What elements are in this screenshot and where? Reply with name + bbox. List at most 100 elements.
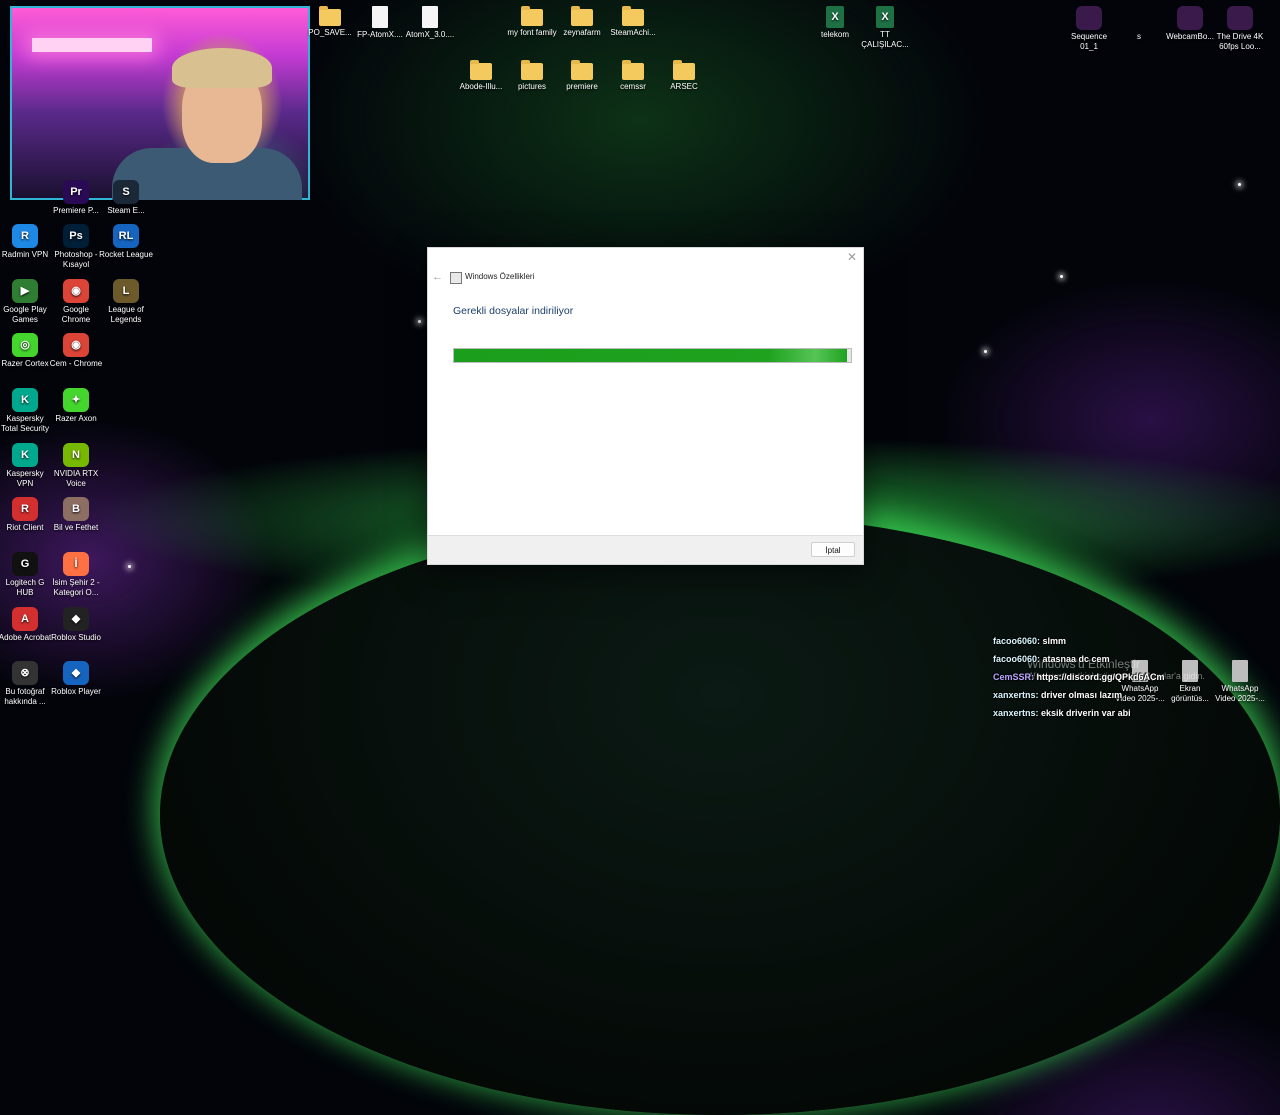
desktop-icon[interactable]: ◉ Cem - Chrome [49,333,103,369]
chat-text: https://discord.gg/QPkd6ACm [1036,672,1165,682]
blank-icon [1126,6,1152,30]
desktop-icon[interactable]: pictures [505,60,559,92]
chat-message: facoo6060: slmm [993,632,1273,650]
desktop-icon-label: SteamAchi... [610,28,656,37]
desktop-icon[interactable]: ▶ Google Play Games [0,279,52,325]
desktop-icon[interactable]: premiere [555,60,609,92]
desktop-icon-label: AtomX_3.0.... [405,30,455,39]
desktop-icon[interactable]: s [1112,6,1166,42]
desktop-icon-label: League of Legends [108,305,144,324]
desktop-icon-label: Riot Client [6,523,44,532]
folder-icon [521,60,543,80]
desktop-icon[interactable]: N NVIDIA RTX Voice [49,443,103,489]
desktop-icon[interactable]: AtomX_3.0.... [403,6,457,40]
desktop-icon-label: Roblox Player [51,687,101,696]
app-icon: L [113,279,139,303]
desktop-icon-label: İsim Şehir 2 - Kategori O... [52,578,100,597]
folder-icon [622,6,644,26]
windows-features-dialog: ← ✕ Windows Özellikleri Gerekli dosyalar… [427,247,864,565]
webcam-neon-light [32,38,152,52]
close-icon[interactable]: ✕ [847,250,857,264]
desktop-icon[interactable]: L League of Legends [99,279,153,325]
desktop-icon[interactable]: RL Rocket League [99,224,153,260]
desktop-icon[interactable]: Sequence 01_1 [1062,6,1116,52]
desktop-icon[interactable]: SteamAchi... [606,6,660,38]
back-arrow-icon[interactable]: ← [432,271,443,283]
desktop-icon-label: FP-AtomX.... [357,30,403,39]
app-icon: A [12,607,38,631]
dialog-title: Windows Özellikleri [465,272,535,281]
file-icon [422,6,438,28]
folder-icon [319,6,341,26]
planet-wallpaper [160,515,1280,1115]
app-icon: Pr [63,180,89,204]
desktop-icon-label: Razer Axon [55,414,97,423]
desktop-icon-label: Radmin VPN [1,250,49,259]
desktop-icon-label: Abode-Illu... [459,82,503,91]
star [128,565,131,568]
desktop-icon[interactable]: Ps Photoshop - Kısayol [49,224,103,270]
app-icon: K [12,388,38,412]
cancel-button[interactable]: İptal [811,542,855,557]
desktop-icon[interactable]: my font family [505,6,559,38]
desktop-icon[interactable]: The Drive 4K 60fps Loo... [1213,6,1267,52]
dialog-footer: İptal [428,535,863,564]
desktop-icon[interactable]: PO_SAVE... [303,6,357,38]
download-progress-bar [453,348,852,363]
app-icon: Ps [63,224,89,248]
star [984,350,987,353]
chat-message: xanxertns: driver olması lazım [993,686,1273,704]
desktop-icon[interactable]: S Steam E... [99,180,153,216]
desktop-icon-label: my font family [507,28,557,37]
app-icon: ✦ [63,388,89,412]
desktop-icon-label: Razer Cortex [1,359,49,368]
desktop-icon[interactable]: zeynafarm [555,6,609,38]
download-progress-fill [454,349,848,362]
desktop-icon-label: The Drive 4K 60fps Loo... [1216,32,1264,51]
star [418,320,421,323]
webcam-overlay [10,6,310,200]
desktop-icon[interactable]: ✦ Razer Axon [49,388,103,424]
desktop-icon[interactable]: B Bil ve Fethet [49,497,103,533]
desktop-icon[interactable]: G Logitech G HUB [0,552,52,598]
file-icon [372,6,388,28]
desktop-icon[interactable]: R Riot Client [0,497,52,533]
desktop-icon[interactable]: X TT ÇALIŞILAC... [858,6,912,50]
stream-chat-overlay: facoo6060: slmm facoo6060: atasnaa dc cem… [993,632,1273,722]
video-icon [1076,6,1102,30]
desktop-icon[interactable]: A Adobe Acrobat [0,607,52,643]
desktop-icon-label: Rocket League [99,250,153,259]
desktop-icon[interactable]: Abode-Illu... [454,60,508,92]
chat-message: xanxertns: eksik driverin var abi [993,704,1273,722]
desktop-icon[interactable]: ARSEC [657,60,711,92]
desktop-icon[interactable]: ◉ Google Chrome [49,279,103,325]
desktop-icon-label: Cem - Chrome [49,359,103,368]
excel-icon: X [876,6,894,28]
desktop-icon[interactable]: Xtelekom [808,6,862,40]
app-icon: K [12,443,38,467]
video-icon [1227,6,1253,30]
desktop-icon-label: PO_SAVE... [308,28,352,37]
app-icon: RL [113,224,139,248]
desktop-icon[interactable]: ◎ Razer Cortex [0,333,52,369]
desktop-icon[interactable]: ⊗ Bu fotoğraf hakkında ... [0,661,52,707]
desktop-icon[interactable]: cemssr [606,60,660,92]
desktop-icon[interactable]: WebcamBo... [1163,6,1217,42]
desktop-icon-label: zeynafarm [563,28,601,37]
folder-icon [622,60,644,80]
app-icon: ◎ [12,333,38,357]
desktop-icon[interactable]: FP-AtomX.... [353,6,407,40]
star [1060,275,1063,278]
desktop-icon-label: Logitech G HUB [5,578,45,597]
desktop-icon[interactable]: K Kaspersky Total Security [0,388,52,434]
desktop-icon[interactable]: ◆ Roblox Studio [49,607,103,643]
desktop-icon-label: Kaspersky VPN [6,469,44,488]
desktop-icon[interactable]: R Radmin VPN [0,224,52,260]
folder-icon [521,6,543,26]
desktop-icon[interactable]: Pr Premiere P... [49,180,103,216]
desktop-icon[interactable]: ◆ Roblox Player [49,661,103,697]
app-icon: R [12,497,38,521]
desktop-icon[interactable]: K Kaspersky VPN [0,443,52,489]
video-icon [1177,6,1203,30]
desktop-icon[interactable]: İ İsim Şehir 2 - Kategori O... [49,552,103,598]
